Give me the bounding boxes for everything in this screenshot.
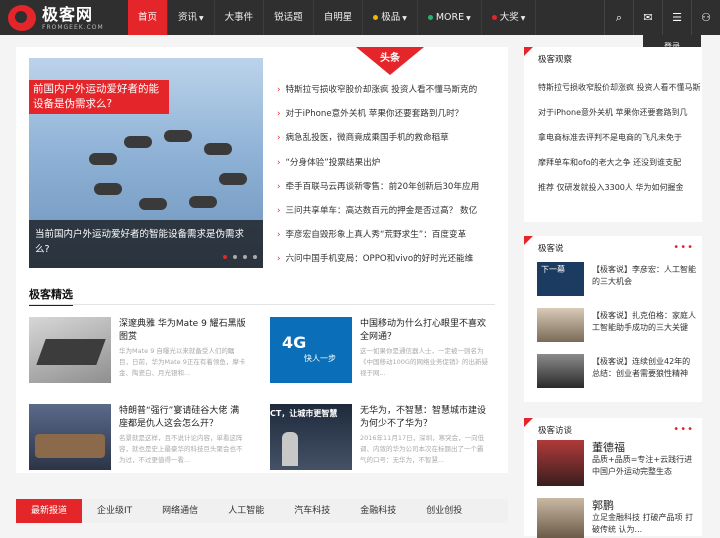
tab-fintech[interactable]: 金融科技 — [345, 499, 411, 523]
tab-startup[interactable]: 创业创投 — [411, 499, 477, 523]
list-item[interactable]: 牵手百联马云再谈新零售：前20年创新后30年应用 — [277, 180, 495, 204]
logo-domain: FROMGEEK.COM — [42, 23, 104, 31]
list-item[interactable]: 对于iPhone意外关机 苹果你还要套路到几 — [524, 100, 702, 125]
menu-icon[interactable]: ☰ — [662, 0, 691, 35]
list-item[interactable]: 董德福 品质+品质=专注+云践行进中国户外运动完整生态 — [537, 440, 697, 488]
item-thumb[interactable]: 下一幕 — [537, 262, 584, 296]
slide-caption[interactable]: 当前国内户外运动爱好者的智能设备需求是伪需求么? — [29, 220, 263, 268]
pick-card[interactable]: 特朗普“强行”宴请硅谷大佬 满座都是仇人这会怎么开？ 名景就是这样，且不说计论内… — [29, 404, 251, 474]
person-name[interactable]: 董德福 — [592, 442, 697, 454]
list-item[interactable]: 六问中国手机变局：OPPO和vivo的好时光还能维 — [277, 252, 495, 276]
more-icon[interactable]: ••• — [673, 242, 694, 253]
nav-events[interactable]: 大事件 — [215, 0, 265, 35]
category-tabs: 最新报道 企业级IT 网络通信 人工智能 汽车科技 金融科技 创业创投 — [16, 499, 508, 523]
pick-title[interactable]: 特朗普“强行”宴请硅谷大佬 满座都是仇人这会怎么开？ — [119, 405, 247, 431]
tab-network[interactable]: 网络通信 — [147, 499, 213, 523]
list-item[interactable]: 下一幕 【极客说】李彦宏：人工智能的三大机会 — [537, 262, 697, 298]
slider-dots[interactable] — [223, 255, 257, 259]
nav-media[interactable]: 自明星 — [314, 0, 364, 35]
picks-title: 极客精选 — [29, 286, 73, 306]
pick-card[interactable]: CT，让城市更智慧 无华为，不智慧：智慧城市建设为何少不了华为？ 2016年11… — [270, 404, 492, 474]
list-item[interactable]: 拿电商标准去评判不是电商的飞凡未免于 — [524, 125, 702, 150]
pick-desc: 华为Mate 9 自曝光以来就备受人们的瞩目，日前，华为Mate 9正在有着领鱼… — [119, 347, 246, 377]
pick-desc: 2016年11月17日，深圳，寒突会，一向低调、内敛的华为公司本次在标题出了一个… — [360, 434, 485, 464]
user-icon[interactable]: ⚇ — [691, 0, 720, 35]
caret-down-icon: ▼ — [199, 15, 204, 22]
caret-down-icon: ▼ — [520, 15, 526, 22]
list-item[interactable]: 李彦宏自毁形象上真人秀“荒野求生”：百度变革 — [277, 228, 495, 252]
pick-thumb[interactable]: CT，让城市更智慧 — [270, 404, 352, 470]
headline-tag: 头条 — [356, 47, 424, 75]
section-title: 极客说 — [538, 244, 564, 254]
list-item[interactable]: “分身体验”投票结果出炉 — [277, 156, 495, 180]
caret-down-icon: ▼ — [466, 15, 471, 22]
avatar[interactable] — [537, 440, 584, 486]
top-navbar: 极客网 FROMGEEK.COM 首页 资讯 ▼ 大事件 锐话题 自明星 极品 ▼ … — [0, 0, 720, 35]
pick-thumb[interactable] — [29, 317, 111, 383]
list-item[interactable]: 郭鹏 立足金融科技 打破产品项 打破传统 认为... — [537, 498, 697, 538]
tab-enterprise-it[interactable]: 企业级IT — [82, 499, 147, 523]
nav-home[interactable]: 首页 — [128, 0, 169, 35]
dot-icon — [427, 15, 433, 20]
pick-card[interactable]: 4G 快人一步 中国移动为什么打心眼里不喜欢全网通？ 这一如果你是通信器人士，一… — [270, 317, 492, 387]
list-item[interactable]: 对于iPhone意外关机 苹果你还要套路到几时？ — [277, 107, 495, 131]
logo-icon — [8, 5, 36, 31]
section-title: 极客观察 — [538, 55, 573, 65]
tab-latest[interactable]: 最新报道 — [16, 499, 83, 523]
section-title: 极客访谈 — [538, 426, 573, 436]
search-icon[interactable]: ⌕ — [604, 0, 633, 35]
item-thumb[interactable] — [537, 308, 584, 342]
pick-thumb[interactable] — [29, 404, 111, 470]
pick-title[interactable]: 无华为，不智慧：智慧城市建设为何少不了华为？ — [360, 405, 488, 431]
person-desc: 品质+品质=专注+云践行进中国户外运动完整生态 — [592, 455, 693, 476]
site-logo[interactable]: 极客网 FROMGEEK.COM — [8, 2, 118, 34]
caret-down-icon: ▼ — [402, 15, 407, 22]
item-thumb[interactable] — [537, 354, 584, 388]
sidebar-observe: 极客观察 特斯拉亏损收窄股价却涨疯 投资人看不懂马斯 对于iPhone意外关机 … — [524, 47, 702, 222]
person-desc: 立足金融科技 打破产品项 打破传统 认为... — [592, 513, 694, 534]
slide-overlay-title[interactable]: 前国内户外运动爱好者的能设备是伪需求么? — [29, 80, 169, 114]
nav-awards[interactable]: 大奖 ▼ — [482, 0, 537, 35]
list-item[interactable]: 三问共享单车：高达数百元的押金是否过高？ 数亿 — [277, 204, 495, 228]
pick-desc: 这一如果你是通信器人士，一定被一则名为《中国移动100G的网络业务促销》的出新疑… — [360, 347, 488, 377]
list-item[interactable]: 摩拜单车和ofo的老大之争 还没到谁支配 — [524, 150, 702, 175]
pick-card[interactable]: 深邃典雅 华为Mate 9 耀石黑版图赏 华为Mate 9 自曝光以来就备受人们… — [29, 317, 251, 387]
dot-icon — [373, 15, 379, 20]
nav-topics[interactable]: 锐话题 — [264, 0, 314, 35]
list-item[interactable]: 推荐 仅研发就投入3300人 华为如何握金 — [524, 175, 702, 200]
pick-thumb[interactable]: 4G 快人一步 — [270, 317, 352, 383]
pick-title[interactable]: 深邃典雅 华为Mate 9 耀石黑版图赏 — [119, 318, 247, 344]
avatar[interactable] — [537, 498, 584, 538]
sidebar-talk: 极客说 ••• 下一幕 【极客说】李彦宏：人工智能的三大机会 【极客说】扎克伯格… — [524, 236, 702, 402]
main-nav: 首页 资讯 ▼ 大事件 锐话题 自明星 极品 ▼ MORE ▼ 大奖 ▼ — [128, 0, 537, 35]
person-name[interactable]: 郭鹏 — [592, 500, 697, 512]
nav-more[interactable]: MORE ▼ — [418, 0, 482, 35]
header-tools: ⌕ ✉ ☰ ⚇ — [604, 0, 720, 35]
dot-icon — [491, 15, 497, 20]
headline-slider[interactable]: 前国内户外运动爱好者的能设备是伪需求么? 当前国内户外运动爱好者的智能设备需求是… — [29, 58, 263, 268]
list-item[interactable]: 【极客说】连续创业42年的总结：创业者需要狼性精神 — [537, 354, 697, 390]
list-item[interactable]: 特斯拉亏损收窄股价却涨疯 投资人看不懂马斯 — [524, 75, 702, 100]
nav-news[interactable]: 资讯 ▼ — [168, 0, 215, 35]
nav-premium[interactable]: 极品 ▼ — [363, 0, 418, 35]
tab-ai[interactable]: 人工智能 — [213, 499, 279, 523]
list-item[interactable]: 【极客说】扎克伯格：家庭人工智能助手成功的三大关键 — [537, 308, 697, 344]
list-item[interactable]: 病急乱投医，微商竟成乘国手机的救命稻草 — [277, 131, 495, 155]
sidebar-interview: 极客访谈 ••• 董德福 品质+品质=专注+云践行进中国户外运动完整生态 郭鹏 … — [524, 418, 702, 538]
more-icon[interactable]: ••• — [673, 424, 694, 435]
list-item[interactable]: 特斯拉亏损收窄股价却涨疯 投资人看不懂马斯克的 — [277, 83, 495, 107]
pick-desc: 名景就是这样，且不说计论内容，单看这阵容，就也是史上最豪华的科技巨头聚会也不为过… — [119, 434, 243, 464]
pick-title[interactable]: 中国移动为什么打心眼里不喜欢全网通？ — [360, 318, 488, 344]
headline-news-list: 特斯拉亏损收窄股价却涨疯 投资人看不懂马斯克的 对于iPhone意外关机 苹果你… — [277, 83, 495, 277]
tab-auto-tech[interactable]: 汽车科技 — [279, 499, 345, 523]
logo-name: 极客网 — [42, 4, 94, 24]
wechat-icon[interactable]: ✉ — [633, 0, 662, 35]
